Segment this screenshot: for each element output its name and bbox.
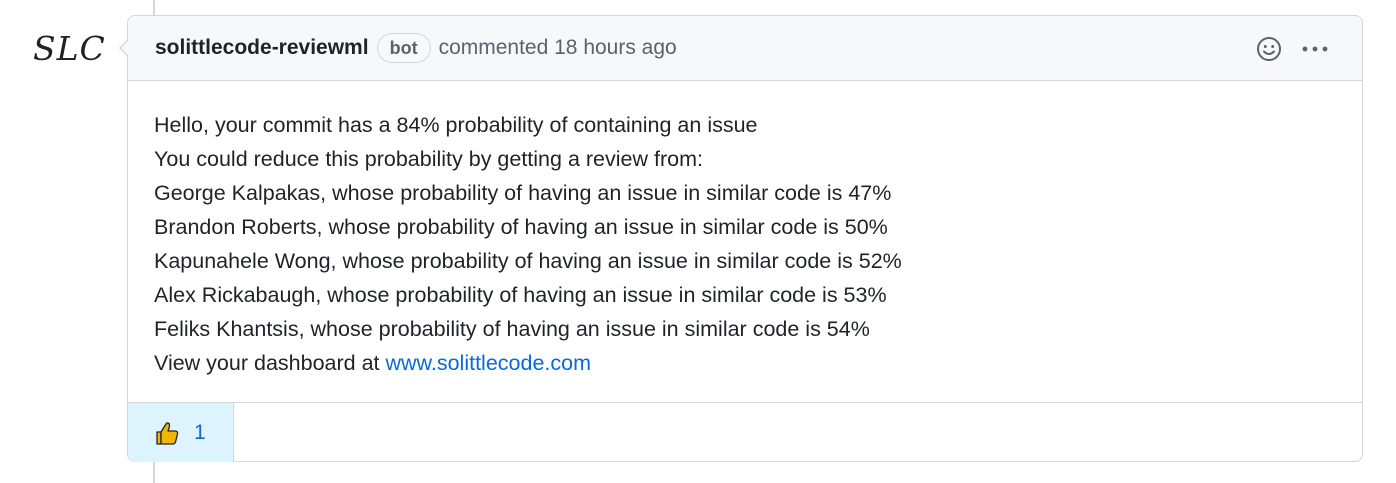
comment-line: You could reduce this probability by get… xyxy=(154,147,703,171)
comment-meta: commented 18 hours ago xyxy=(439,36,677,60)
reviewer-line: Alex Rickabaugh, whose probability of ha… xyxy=(154,283,887,307)
reviewer-line: George Kalpakas, whose probability of ha… xyxy=(154,181,892,205)
reactions-bar: 1 xyxy=(128,402,1362,462)
comment-card: solittlecode-reviewml bot commented 18 h… xyxy=(119,15,1363,462)
avatar-text: SLC xyxy=(33,29,106,68)
reviewer-line: Feliks Khantsis, whose probability of ha… xyxy=(154,317,870,341)
comment-line: Hello, your commit has a 84% probability… xyxy=(154,113,758,137)
bot-badge: bot xyxy=(376,33,431,63)
reviewer-line: Brandon Roberts, whose probability of ha… xyxy=(154,215,888,239)
dashboard-prefix: View your dashboard at xyxy=(154,351,386,375)
comment-author[interactable]: solittlecode-reviewml xyxy=(155,36,369,60)
thumbs-up-reaction-button[interactable]: 1 xyxy=(128,403,234,462)
dashboard-line: View your dashboard at www.solittlecode.… xyxy=(154,346,902,380)
avatar[interactable]: SLC xyxy=(30,22,106,74)
comment-body: Hello, your commit has a 84% probability… xyxy=(154,108,902,380)
comment-header: solittlecode-reviewml bot commented 18 h… xyxy=(121,16,1362,81)
smiley-icon[interactable] xyxy=(1256,36,1282,62)
comment-timestamp[interactable]: 18 hours ago xyxy=(554,36,677,59)
reaction-count: 1 xyxy=(194,420,206,444)
thumbs-up-icon xyxy=(156,421,179,445)
kebab-menu-icon[interactable] xyxy=(1300,36,1330,62)
reviewer-line: Kapunahele Wong, whose probability of ha… xyxy=(154,249,902,273)
dashboard-link[interactable]: www.solittlecode.com xyxy=(385,351,591,375)
comment-action: commented xyxy=(438,36,549,59)
